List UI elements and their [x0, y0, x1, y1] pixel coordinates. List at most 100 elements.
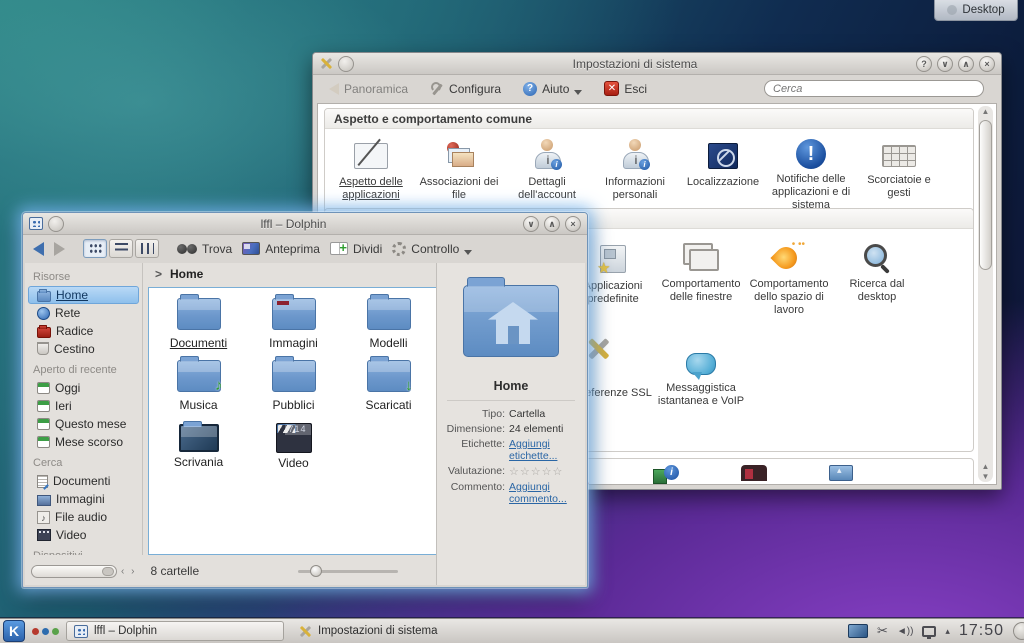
scroll-down-icon[interactable]: ▼	[978, 472, 993, 481]
settings-search-input[interactable]	[764, 80, 984, 97]
sidebar-item[interactable]: File audio	[28, 508, 139, 526]
breadcrumb-chevron-icon[interactable]: >	[155, 267, 162, 281]
sidebar-item[interactable]: Ieri	[28, 397, 139, 415]
dolphin-window: lffl – Dolphin ∨ ∧ × Trova Anteprima	[22, 212, 588, 588]
settings-module-label: Comportamento delle finestre	[657, 278, 745, 304]
split-button[interactable]: Dividi	[330, 242, 382, 256]
taskbar-task-dolphin[interactable]: lffl – Dolphin	[66, 621, 284, 641]
partial-hat-icon[interactable]	[741, 465, 767, 481]
configure-button[interactable]: Configura	[430, 82, 501, 96]
quit-label: Esci	[624, 82, 647, 96]
settings-module-item[interactable]: Messaggistica istantanea e VoIP	[657, 342, 745, 408]
find-button[interactable]: Trova	[177, 242, 232, 256]
kmenu-button[interactable]: K	[3, 620, 25, 642]
icons-view-button[interactable]	[83, 239, 107, 258]
dolphin-app-icon[interactable]	[29, 217, 43, 230]
sidebar-item[interactable]: Rete	[28, 304, 139, 322]
minimize-button[interactable]: ∨	[937, 56, 953, 72]
sidebar-item[interactable]: Cestino	[28, 340, 139, 358]
horizontal-scrollbar[interactable]	[31, 565, 117, 578]
folder-item[interactable]: Documenti	[151, 298, 246, 350]
close-button[interactable]: ×	[565, 216, 581, 232]
settings-titlebar[interactable]: Impostazioni di sistema ? ∨ ∧ ×	[313, 53, 1001, 75]
add-tags-link[interactable]: Aggiungi etichette...	[509, 438, 579, 462]
help-button[interactable]: Aiuto	[523, 82, 582, 96]
sidebar-item[interactable]: Questo mese	[28, 415, 139, 433]
rating-stars-icon[interactable]: ☆☆☆☆☆	[509, 465, 563, 478]
taskbar: K lffl – Dolphin Impostazioni di sistema…	[0, 618, 1024, 643]
display-tray-icon[interactable]	[848, 624, 868, 638]
settings-module-item[interactable]: Localizzazione	[679, 131, 767, 189]
volume-icon[interactable]: ◄))	[897, 626, 914, 637]
settings-scrollbar[interactable]: ▲ ▲ ▼	[978, 106, 993, 482]
breadcrumb-current[interactable]: Home	[170, 267, 203, 281]
sidebar-item[interactable]: Immagini	[28, 490, 139, 508]
preview-button[interactable]: Anteprima	[242, 242, 320, 256]
maximize-button[interactable]: ∧	[958, 56, 974, 72]
sidebar-item[interactable]: Radice	[28, 322, 139, 340]
folder-item[interactable]: Modelli	[341, 298, 436, 350]
statusbar: ‹ › 8 cartelle	[25, 557, 441, 585]
blue-dot-icon[interactable]	[42, 628, 49, 635]
control-button[interactable]: Controllo	[392, 242, 472, 256]
folder-item[interactable]: Pubblici	[246, 360, 341, 412]
partial-info-icon[interactable]	[653, 465, 679, 483]
klipper-icon[interactable]: ✂	[877, 623, 888, 639]
folder-item[interactable]: ↓ Scaricati	[341, 360, 436, 412]
tray-expander-icon[interactable]: ▴	[945, 626, 950, 637]
scroll-arrows-icon[interactable]: ‹ ›	[121, 566, 136, 577]
scroll-up-icon[interactable]: ▲	[978, 107, 993, 116]
activity-dots[interactable]	[32, 628, 59, 635]
settings-module-item[interactable]: Associazioni dei file	[415, 131, 503, 202]
folder-item[interactable]: ♪ Musica	[151, 360, 246, 412]
settings-module-item[interactable]: Ricerca dal desktop	[833, 235, 921, 304]
folder-label: Scaricati	[341, 398, 436, 412]
add-comment-link[interactable]: Aggiungi commento...	[509, 481, 571, 505]
settings-module-item[interactable]: Dettagli dell'account	[503, 131, 591, 202]
network-icon[interactable]	[922, 626, 936, 637]
taskbar-task-settings[interactable]: Impostazioni di sistema	[291, 621, 445, 641]
desktop-widget-tab[interactable]: Desktop	[934, 0, 1018, 21]
folder-view[interactable]: Documenti Immagini Modelli	[148, 287, 439, 555]
help-window-button[interactable]: ?	[916, 56, 932, 72]
sidebar-item[interactable]: Video	[28, 526, 139, 544]
sidebar-item[interactable]: Mese scorso	[28, 433, 139, 451]
settings-module-item[interactable]: Informazioni personali	[591, 131, 679, 202]
settings-module-label: Localizzazione	[679, 176, 767, 189]
systemsettings-app-icon[interactable]	[319, 57, 333, 70]
details-view-button[interactable]	[109, 239, 133, 258]
clapper-icon	[276, 423, 312, 453]
clock[interactable]: 17:50	[959, 622, 1004, 640]
back-button[interactable]	[33, 242, 44, 256]
forward-button[interactable]	[54, 242, 65, 256]
window-menu-button[interactable]	[338, 56, 354, 72]
folder-item[interactable]: Immagini	[246, 298, 341, 350]
settings-module-item[interactable]: Comportamento delle finestre	[657, 235, 745, 304]
dolphin-titlebar[interactable]: lffl – Dolphin ∨ ∧ ×	[23, 213, 587, 235]
panel-cashew-icon[interactable]	[1013, 622, 1024, 640]
sidebar-item[interactable]: Oggi	[28, 379, 139, 397]
settings-module-item[interactable]: Scorciatoie e gesti	[855, 131, 943, 200]
overview-button[interactable]: Panoramica	[329, 82, 408, 96]
close-button[interactable]: ×	[979, 56, 995, 72]
breadcrumb[interactable]: > Home	[145, 263, 435, 285]
window-menu-button[interactable]	[48, 216, 64, 232]
maximize-button[interactable]: ∧	[544, 216, 560, 232]
green-dot-icon[interactable]	[52, 628, 59, 635]
minimize-button[interactable]: ∨	[523, 216, 539, 232]
sidebar-item[interactable]: Home	[28, 286, 139, 304]
scroll-up-icon[interactable]: ▲	[978, 462, 993, 471]
folder-item[interactable]: Scrivania	[151, 422, 246, 470]
sidebar-item[interactable]: Documenti	[28, 472, 139, 490]
zoom-slider-knob[interactable]	[310, 565, 322, 577]
quit-button[interactable]: Esci	[604, 81, 647, 96]
scrollbar-thumb[interactable]	[979, 120, 992, 270]
folder-item[interactable]: Video	[246, 422, 341, 470]
settings-module-item[interactable]: Comportamento dello spazio di lavoro	[745, 235, 833, 318]
zoom-slider[interactable]	[298, 570, 398, 573]
settings-module-item[interactable]: Aspetto delle applicazioni	[327, 131, 415, 202]
columns-view-button[interactable]	[135, 239, 159, 258]
partial-screen-icon[interactable]	[829, 465, 853, 481]
red-dot-icon[interactable]	[32, 628, 39, 635]
settings-module-item[interactable]: Notifiche delle applicazioni e di sistem…	[767, 131, 855, 213]
